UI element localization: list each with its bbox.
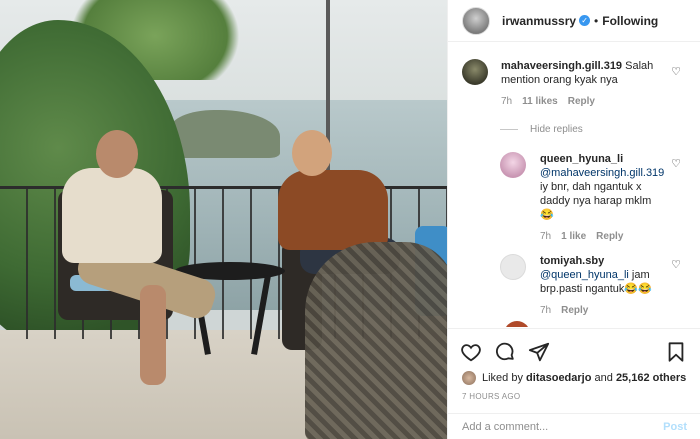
author-avatar[interactable] (462, 6, 490, 35)
reply-item: tomiyah.sby @queen_hyuna_li jam brp.past… (500, 254, 660, 318)
reply-button[interactable]: Reply (596, 230, 623, 244)
post-photo[interactable] (0, 0, 447, 439)
share-icon[interactable] (528, 341, 550, 363)
add-comment-input[interactable]: Add a comment... (462, 421, 548, 433)
post-side-panel: irwanmussry ✓ • Following mahaveersingh.… (447, 0, 700, 439)
commenter-avatar[interactable] (462, 59, 488, 85)
reply-username[interactable]: tomiyah.sby (540, 254, 660, 268)
photo-wicker-chair (305, 242, 447, 439)
replier-avatar[interactable] (500, 254, 526, 280)
likes-and: and (594, 372, 613, 384)
hide-replies-toggle[interactable]: Hide replies (500, 124, 583, 135)
separator-dot: • (594, 13, 599, 28)
reply-body: queen_hyuna_li @mahaveersingh.gill.319 i… (540, 152, 664, 244)
like-reply-icon[interactable]: ♡ (671, 258, 681, 271)
reply-time[interactable]: 7h (540, 230, 551, 244)
reply-time[interactable]: 7h (540, 304, 551, 318)
photo-person-right (278, 170, 388, 250)
like-comment-icon[interactable]: ♡ (671, 65, 681, 78)
reply-username[interactable]: queen_hyuna_li (540, 152, 664, 166)
reply-text: iy bnr, dah ngantuk x daddy nya harap mk… (540, 181, 652, 207)
next-reply-avatar[interactable] (504, 321, 530, 327)
comments-list[interactable]: mahaveersingh.gill.319 Salah mention ora… (448, 43, 700, 327)
likes-summary: Liked by ditasoedarjo and 25,162 others (462, 371, 686, 385)
reply-mention[interactable]: @mahaveersingh.gill.319 (540, 166, 664, 180)
reply-meta: 7h 1 like Reply (540, 230, 664, 244)
comment-body: mahaveersingh.gill.319 Salah mention ora… (501, 59, 672, 109)
liker-username[interactable]: ditasoedarjo (526, 372, 591, 384)
comment-time[interactable]: 7h (501, 95, 512, 109)
liker-avatar[interactable] (462, 371, 476, 385)
heart-icon[interactable] (460, 341, 482, 363)
post-comment-button[interactable]: Post (663, 421, 687, 433)
post-actions: Liked by ditasoedarjo and 25,162 others … (448, 328, 700, 439)
photo-person-left-shin (140, 285, 166, 385)
comment-meta: 7h 11 likes Reply (501, 95, 672, 109)
reply-meta: 7h Reply (540, 304, 660, 318)
comment-likes[interactable]: 11 likes (522, 95, 558, 109)
reply-button[interactable]: Reply (568, 95, 595, 109)
post-header: irwanmussry ✓ • Following (448, 0, 700, 42)
reply-button[interactable]: Reply (561, 304, 588, 318)
reply-likes[interactable]: 1 like (561, 230, 586, 244)
comment-icon[interactable] (494, 341, 516, 363)
verified-icon: ✓ (579, 15, 591, 26)
following-button[interactable]: Following (602, 14, 658, 28)
post-timestamp[interactable]: 7 HOURS AGO (462, 392, 520, 401)
replier-avatar[interactable] (500, 152, 526, 178)
comment-username[interactable]: mahaveersingh.gill.319 (501, 60, 622, 72)
photo-person-left (62, 168, 162, 263)
comment-item: mahaveersingh.gill.319 Salah mention ora… (462, 59, 672, 109)
reply-body: tomiyah.sby @queen_hyuna_li jam brp.past… (540, 254, 660, 318)
reply-emoji: 😂 (540, 209, 554, 221)
add-comment-bar: Add a comment... Post (448, 413, 700, 439)
like-reply-icon[interactable]: ♡ (671, 157, 681, 170)
hide-replies-line (500, 129, 518, 130)
photo-person-left-head (96, 130, 138, 178)
photo-person-right-head (292, 130, 332, 176)
author-username[interactable]: irwanmussry (502, 14, 576, 28)
reply-mention[interactable]: @queen_hyuna_li (540, 269, 629, 281)
hide-replies-label: Hide replies (530, 124, 583, 135)
likes-count[interactable]: 25,162 others (616, 372, 686, 384)
likes-prefix: Liked by (482, 372, 523, 384)
action-icons (460, 341, 550, 363)
bookmark-icon[interactable] (665, 341, 687, 363)
reply-item: queen_hyuna_li @mahaveersingh.gill.319 i… (500, 152, 664, 244)
